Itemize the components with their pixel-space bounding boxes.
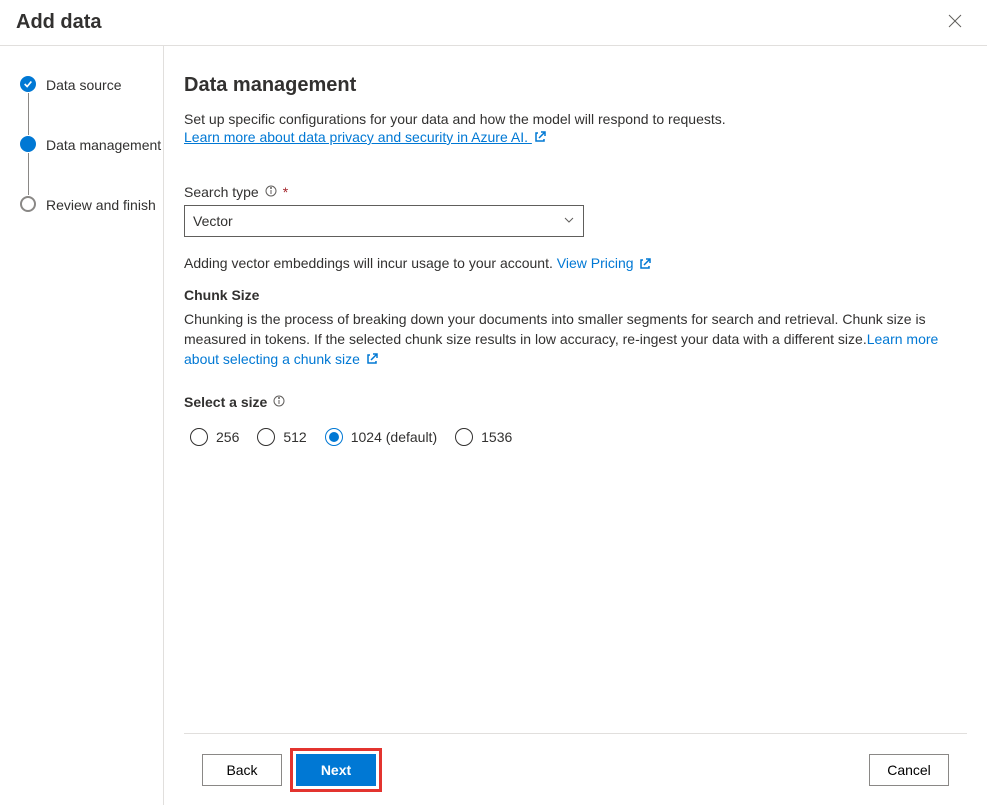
chunk-size-option-512[interactable]: 512	[257, 428, 306, 446]
cancel-button[interactable]: Cancel	[869, 754, 949, 786]
select-size-label: Select a size	[184, 394, 267, 410]
chunk-size-option-1536[interactable]: 1536	[455, 428, 512, 446]
wizard-step-label: Data management	[38, 136, 161, 154]
add-data-dialog: Add data Data source	[0, 0, 987, 805]
chunk-size-option-1024[interactable]: 1024 (default)	[325, 428, 437, 446]
radio-label: 512	[283, 429, 306, 445]
footer-left: Back Next	[202, 748, 382, 792]
dialog-footer: Back Next Cancel	[184, 733, 967, 805]
back-button[interactable]: Back	[202, 754, 282, 786]
wizard-step-label: Data source	[38, 76, 121, 94]
step-active-icon	[20, 136, 36, 152]
step-todo-icon	[20, 196, 36, 212]
wizard-step-label: Review and finish	[38, 196, 156, 214]
view-pricing-link[interactable]: View Pricing	[557, 255, 652, 271]
wizard-step-data-management[interactable]: Data management	[18, 136, 163, 196]
wizard-step-data-source[interactable]: Data source	[18, 76, 163, 136]
page-heading: Data management	[184, 74, 967, 97]
radio-label: 1536	[481, 429, 512, 445]
radio-icon	[325, 428, 343, 446]
close-icon	[947, 13, 963, 32]
chevron-down-icon	[563, 213, 575, 229]
wizard-steps: Data source Data management Review and f…	[18, 76, 163, 214]
external-link-icon	[366, 350, 378, 370]
dialog-titlebar: Add data	[0, 0, 987, 46]
pricing-hint: Adding vector embeddings will incur usag…	[184, 255, 967, 272]
chunk-size-radio-group: 256 512 1024 (default) 1536	[184, 428, 967, 446]
search-type-field: Search type * Vector	[184, 184, 967, 237]
view-pricing-text: View Pricing	[557, 255, 634, 271]
search-type-label-row: Search type *	[184, 184, 967, 200]
chunk-size-description: Chunking is the process of breaking down…	[184, 309, 967, 370]
external-link-icon	[534, 130, 546, 146]
search-type-value: Vector	[193, 213, 233, 229]
info-icon[interactable]	[273, 394, 285, 410]
chunk-size-option-256[interactable]: 256	[190, 428, 239, 446]
next-button[interactable]: Next	[296, 754, 376, 786]
required-asterisk: *	[283, 184, 288, 200]
main-panel: Data management Set up specific configur…	[164, 46, 987, 805]
wizard-step-review-finish[interactable]: Review and finish	[18, 196, 163, 214]
external-link-icon	[639, 257, 651, 273]
chunk-size-title: Chunk Size	[184, 287, 967, 303]
dialog-title: Add data	[16, 11, 102, 34]
radio-label: 256	[216, 429, 239, 445]
privacy-link-text: Learn more about data privacy and securi…	[184, 129, 528, 145]
select-size-label-row: Select a size	[184, 394, 967, 410]
radio-label: 1024 (default)	[351, 429, 437, 445]
radio-icon	[257, 428, 275, 446]
wizard-sidebar: Data source Data management Review and f…	[0, 46, 164, 805]
step-done-icon	[20, 76, 36, 92]
search-type-label: Search type	[184, 184, 259, 200]
page-description: Set up specific configurations for your …	[184, 111, 967, 127]
dialog-body: Data source Data management Review and f…	[0, 46, 987, 805]
pricing-hint-text: Adding vector embeddings will incur usag…	[184, 255, 557, 271]
radio-icon	[455, 428, 473, 446]
tutorial-highlight: Next	[290, 748, 382, 792]
info-icon[interactable]	[265, 184, 277, 200]
privacy-link[interactable]: Learn more about data privacy and securi…	[184, 129, 546, 145]
chunk-desc-text: Chunking is the process of breaking down…	[184, 311, 926, 347]
close-button[interactable]	[939, 7, 971, 39]
search-type-select[interactable]: Vector	[184, 205, 584, 237]
radio-icon	[190, 428, 208, 446]
